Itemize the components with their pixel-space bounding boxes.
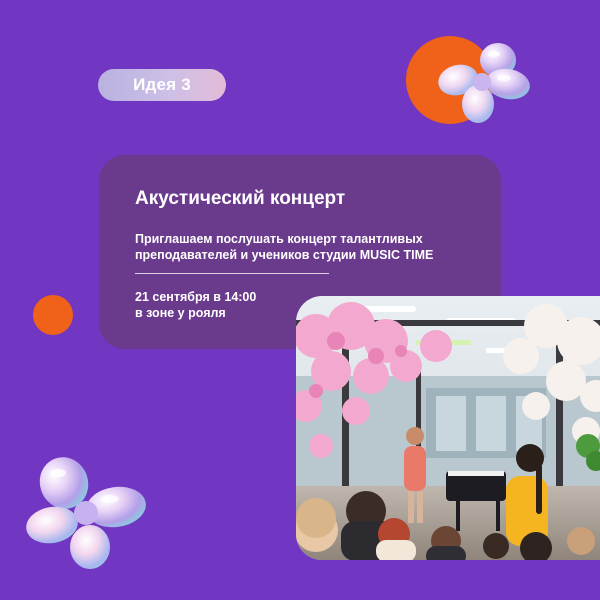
card-divider xyxy=(135,273,329,274)
event-location: в зоне у рояля xyxy=(135,306,226,320)
idea-badge-label: Идея 3 xyxy=(133,75,191,94)
idea-badge: Идея 3 xyxy=(98,69,226,101)
balloon-flower-icon xyxy=(436,40,536,133)
event-description-line: преподавателей и учеников студии MUSIC T… xyxy=(135,248,434,262)
poster-canvas: Идея 3 Акустический концерт Приглашаем п… xyxy=(0,0,600,600)
event-title: Акустический концерт xyxy=(135,188,346,209)
event-description-line: Приглашаем послушать концерт талантливых xyxy=(135,232,423,246)
concert-photo xyxy=(296,296,600,560)
balloon-flower-icon xyxy=(26,453,148,576)
event-date: 21 сентября в 14:00 xyxy=(135,290,257,304)
event-description: Приглашаем послушать концерт талантливых… xyxy=(135,231,465,263)
event-details: 21 сентября в 14:00 в зоне у рояля xyxy=(135,289,256,321)
orange-dot-decoration xyxy=(33,295,73,335)
